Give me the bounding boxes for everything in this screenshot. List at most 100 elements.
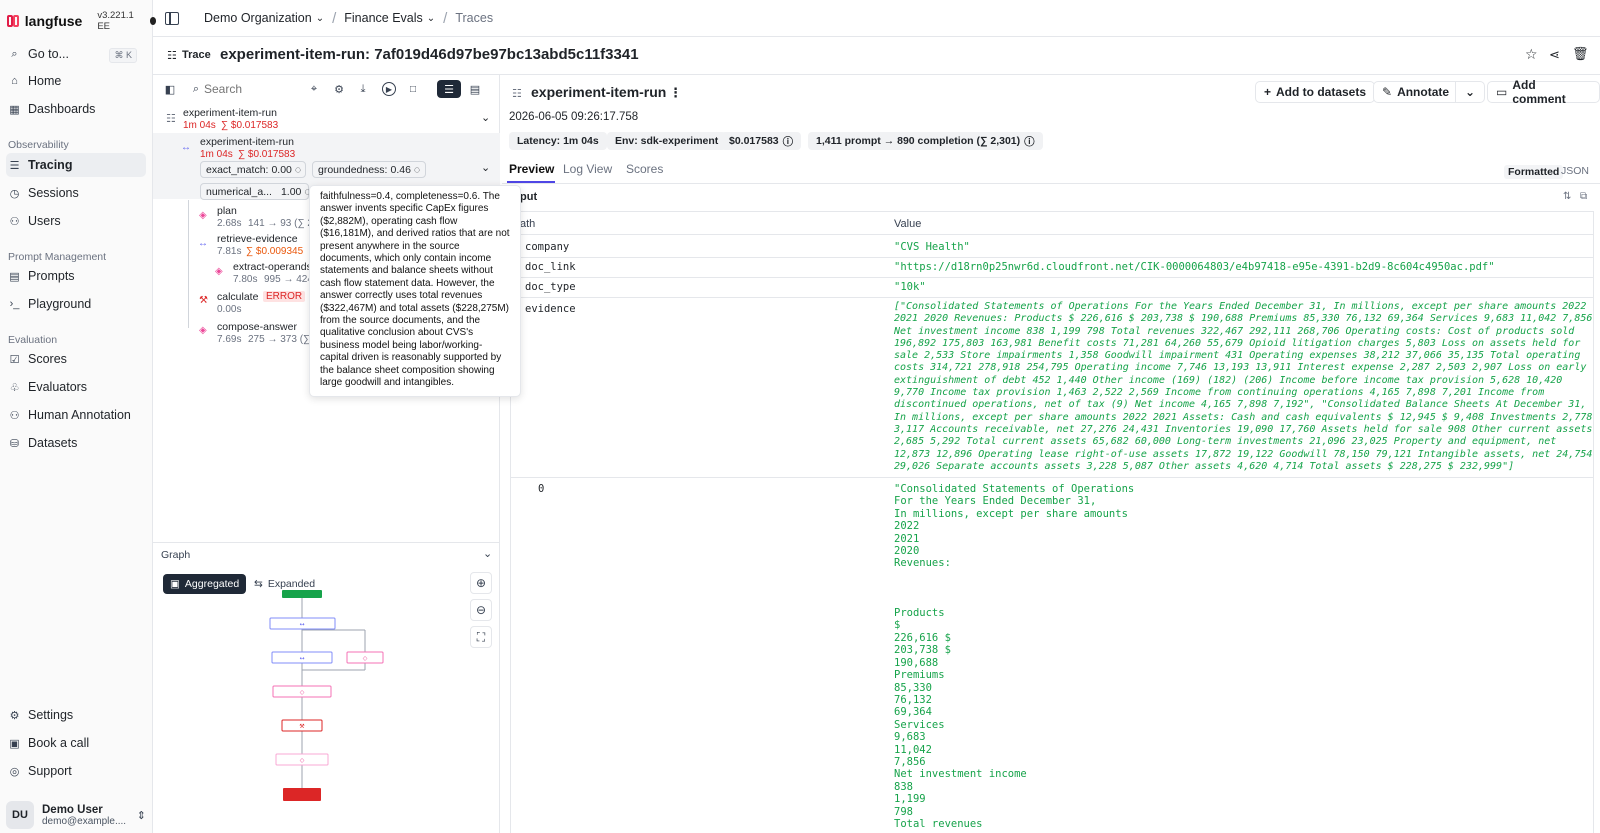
tree-root-name[interactable]: experiment-item-run <box>183 107 277 119</box>
sidebar-item-sessions[interactable]: ◷ Sessions <box>6 181 146 205</box>
info-icon: ⓘ <box>1024 135 1035 148</box>
row-value-doc-type[interactable]: "10k" <box>894 281 926 293</box>
tab-scores[interactable]: Scores <box>626 162 663 176</box>
score-chip-groundedness[interactable]: groundedness: 0.46 ◌ <box>312 161 426 178</box>
home-icon: ⌂ <box>11 75 18 87</box>
tab-log-view[interactable]: Log View <box>563 162 612 176</box>
annotate-dropdown-button[interactable]: ⌄ <box>1455 81 1485 103</box>
svg-text:⚒: ⚒ <box>299 723 305 730</box>
sidebar-item-playground[interactable]: ›_ Playground <box>6 292 146 316</box>
format-json-toggle[interactable]: JSON <box>1561 165 1589 177</box>
annotate-button[interactable]: ✎ Annotate <box>1373 81 1458 103</box>
list-tree-icon: ☷ <box>167 50 177 62</box>
timeline-view-button[interactable]: ▤ <box>463 80 487 98</box>
panel-toggle-icon[interactable]: ◧ <box>163 82 177 96</box>
node-retrieve-name[interactable]: retrieve-evidence <box>217 233 298 245</box>
more-vertical-icon[interactable]: ⋮ <box>669 85 682 101</box>
row-key-doc-type: doc_type <box>525 281 576 293</box>
sidebar-toggle-icon[interactable] <box>165 11 179 25</box>
sidebar-item-label: Users <box>28 214 61 228</box>
row-value-index[interactable]: "Consolidated Statements of Operations F… <box>894 483 1134 830</box>
root-node-icon: ☷ <box>166 113 176 125</box>
breadcrumb-project[interactable]: Finance Evals <box>344 11 423 25</box>
fit-view-icon[interactable]: ⛶ <box>470 626 492 648</box>
badge-text: 1,411 prompt → 890 completion (∑ 2,301) <box>816 135 1021 147</box>
node-extract-name[interactable]: extract-operands <box>233 261 312 273</box>
chevron-down-icon[interactable]: ⌄ <box>481 111 490 124</box>
node-calculate-name[interactable]: calculate <box>217 291 258 303</box>
expand-icon[interactable]: ⇅ <box>1563 191 1571 202</box>
node-extract-tokens: 995 → 424 <box>264 274 313 285</box>
tree-child-name[interactable]: experiment-item-run <box>200 136 294 148</box>
graph-expanded-label: Expanded <box>267 578 316 590</box>
row-value-evidence[interactable]: ["Consolidated Statements of Operations … <box>894 301 1594 473</box>
tree-view-button[interactable]: ☰ <box>437 80 461 98</box>
graph-title: Graph <box>161 549 191 561</box>
brand[interactable]: langfuse v3.221.1 EE <box>7 10 157 32</box>
chevron-down-icon[interactable]: ⌄ <box>481 161 490 174</box>
star-icon[interactable]: ☆ <box>1525 46 1538 63</box>
row-key-doc-link: doc_link <box>525 261 576 273</box>
clock-icon: ◷ <box>9 187 20 200</box>
sidebar-item-support[interactable]: ◎ Support <box>6 759 146 783</box>
sidebar-item-settings[interactable]: ⚙ Settings <box>6 703 146 727</box>
sidebar-item-human-annotation[interactable]: ⚇ Human Annotation <box>6 403 146 427</box>
play-icon[interactable]: ▶ <box>382 82 396 96</box>
graph-start-node[interactable] <box>282 590 322 598</box>
focus-icon[interactable]: ⌖ <box>307 82 321 96</box>
graph-aggregated-button[interactable]: ▣ Aggregated <box>163 574 247 594</box>
search-icon: ⌕ <box>11 47 18 60</box>
row-value-doc-link[interactable]: "https://d18rn0p25nwr6d.cloudfront.net/C… <box>894 261 1495 273</box>
stop-icon[interactable]: □ <box>406 82 420 96</box>
settings-sliders-icon[interactable]: ⚙ <box>332 82 346 96</box>
sidebar-item-datasets[interactable]: ⛁ Datasets <box>6 431 146 455</box>
node-calculate-time: 0.00s <box>217 304 242 315</box>
sidebar-item-users[interactable]: ⚇ Users <box>6 209 146 233</box>
copy-icon[interactable]: ⧉ <box>1580 191 1587 202</box>
add-comment-button[interactable]: ▭ Add comment <box>1487 78 1600 106</box>
sidebar-item-book-call[interactable]: ▣ Book a call <box>6 731 146 755</box>
app-version: v3.221.1 EE <box>97 10 134 32</box>
plus-icon: + <box>1264 85 1272 99</box>
dashboard-icon: ▦ <box>9 103 20 116</box>
download-icon[interactable]: ⤓ <box>356 82 370 96</box>
tree-search-input[interactable] <box>204 81 294 97</box>
svg-text:◇: ◇ <box>300 689 305 696</box>
sidebar-item-tracing[interactable]: ☰ Tracing <box>6 153 146 177</box>
svg-text:↔: ↔ <box>299 655 304 662</box>
tab-preview[interactable]: Preview <box>509 162 554 176</box>
score-label: exact_match: <box>206 163 269 176</box>
add-to-datasets-button[interactable]: + Add to datasets <box>1255 81 1376 103</box>
zoom-in-icon[interactable]: ⊕ <box>470 572 492 594</box>
expand-icon: ⇆ <box>254 578 263 590</box>
breadcrumb-page[interactable]: Traces <box>455 11 493 25</box>
breadcrumb-org[interactable]: Demo Organization <box>204 11 312 25</box>
format-formatted-toggle[interactable]: Formatted <box>1504 165 1564 179</box>
user-menu[interactable]: DU Demo User demo@example.... ⇕ <box>6 799 146 831</box>
sidebar-item-evaluators[interactable]: ♧ Evaluators <box>6 375 146 399</box>
goto-button[interactable]: ⌕ Go to... ⌘ K <box>6 42 146 66</box>
sidebar-item-scores[interactable]: ☑ Scores <box>6 347 146 371</box>
node-compose-time: 7.69s <box>217 334 242 345</box>
graph-header[interactable]: Graph ⌄ <box>153 542 500 564</box>
sidebar-item-home[interactable]: ⌂ Home <box>6 69 146 93</box>
share-icon[interactable]: ⋖ <box>1549 47 1560 63</box>
latency-badge: Latency: 1m 04s <box>509 132 607 150</box>
node-plan-name[interactable]: plan <box>217 205 237 217</box>
sidebar-item-label: Prompts <box>28 269 75 283</box>
node-compose-name[interactable]: compose-answer <box>217 321 297 333</box>
row-key-index: 0 <box>538 483 545 495</box>
score-chip-numerical[interactable]: numerical_a... 1.00 ◌ <box>200 183 311 200</box>
row-value-company[interactable]: "CVS Health" <box>894 241 970 253</box>
zoom-out-icon[interactable]: ⊖ <box>470 599 492 621</box>
sidebar-item-prompts[interactable]: ▤ Prompts <box>6 264 146 288</box>
tabs-divider <box>502 183 1600 184</box>
trash-icon[interactable]: 🗑 <box>1572 46 1589 62</box>
sidebar-item-dashboards[interactable]: ▦ Dashboards <box>6 97 146 121</box>
error-badge: ERROR <box>263 291 306 302</box>
trace-header: ☷ Trace experiment-item-run: 7af019d46d9… <box>153 37 1600 75</box>
graph-end-node[interactable] <box>283 788 321 801</box>
lightbulb-icon: ♧ <box>9 381 20 394</box>
score-label: groundedness: <box>318 163 388 176</box>
score-chip-exact-match[interactable]: exact_match: 0.00 ◌ <box>200 161 306 178</box>
